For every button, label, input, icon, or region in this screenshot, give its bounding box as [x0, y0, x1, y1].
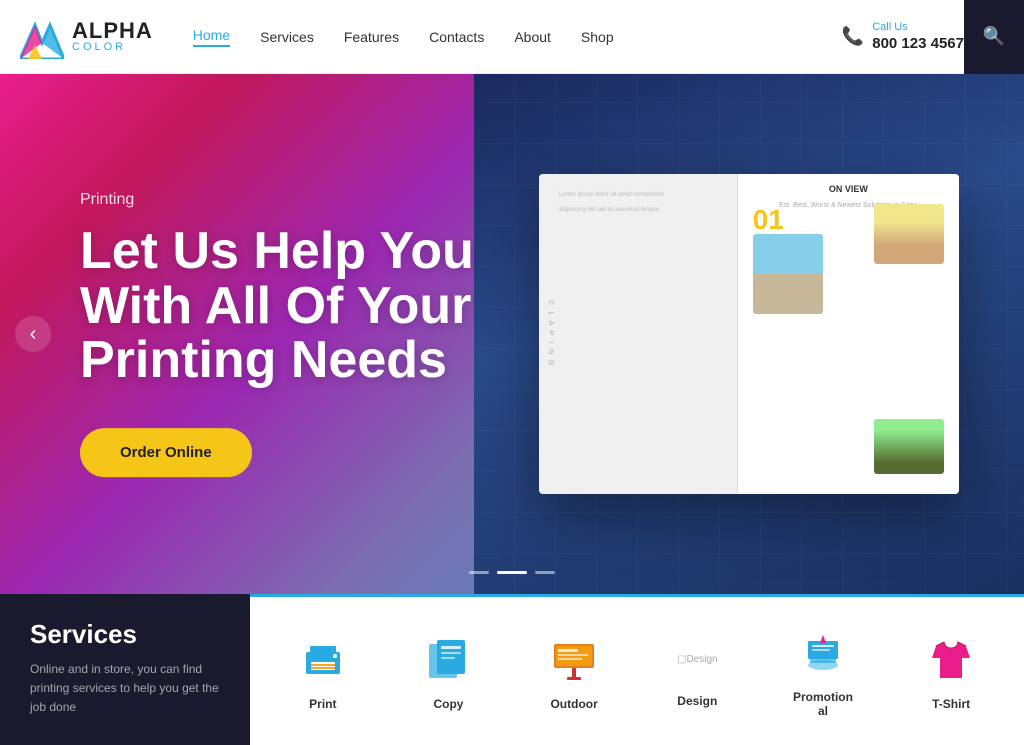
phone-icon: 📞 — [842, 26, 864, 47]
search-icon: 🔍 — [983, 26, 1005, 47]
nav-contacts[interactable]: Contacts — [429, 29, 484, 45]
outdoor-icon — [547, 632, 602, 687]
order-online-button[interactable]: Order Online — [80, 428, 252, 477]
service-item-design[interactable]: ▢Design Design — [672, 634, 722, 708]
hero-content: Printing Let Us Help You With All Of You… — [80, 191, 540, 477]
logo-icon — [20, 15, 64, 59]
service-item-outdoor[interactable]: Outdoor — [547, 632, 602, 711]
services-list: Print Copy — [250, 594, 1024, 745]
services-section: Services Online and in store, you can fi… — [0, 594, 1024, 745]
copy-label: Copy — [433, 697, 463, 711]
tshirt-icon — [924, 632, 979, 687]
design-label: Design — [677, 694, 717, 708]
promotion-icon — [795, 625, 850, 680]
service-item-tshirt[interactable]: T-Shirt — [924, 632, 979, 711]
logo-color-text: COLOR — [72, 42, 153, 53]
hero-subtitle: Printing — [80, 191, 540, 209]
slider-dot-1[interactable] — [469, 571, 489, 574]
services-left: Services Online and in store, you can fi… — [0, 594, 250, 745]
call-label: Call Us — [872, 20, 964, 34]
service-item-promotion[interactable]: Promotional — [793, 625, 853, 718]
hero-title: Let Us Help You With All Of Your Printin… — [80, 224, 540, 388]
service-item-copy[interactable]: Copy — [421, 632, 476, 711]
book-visual: C L A P I N G Lorem ipsum dolor sit amet… — [539, 174, 959, 494]
tshirt-label: T-Shirt — [932, 697, 970, 711]
slider-prev-button[interactable]: ‹ — [15, 316, 51, 352]
header: ALPHA COLOR Home Services Features Conta… — [0, 0, 1024, 74]
logo[interactable]: ALPHA COLOR — [20, 15, 153, 59]
call-us: 📞 Call Us 800 123 4567 — [842, 20, 964, 54]
nav-shop[interactable]: Shop — [581, 29, 614, 45]
logo-alpha-text: ALPHA — [72, 20, 153, 42]
nav-about[interactable]: About — [514, 29, 551, 45]
services-title: Services — [30, 619, 220, 650]
outdoor-label: Outdoor — [550, 697, 597, 711]
slider-dots — [469, 571, 555, 574]
slider-dot-2[interactable] — [497, 571, 527, 574]
hero-section: C L A P I N G Lorem ipsum dolor sit amet… — [0, 74, 1024, 594]
main-nav: Home Services Features Contacts About Sh… — [193, 27, 842, 47]
print-icon — [295, 632, 350, 687]
nav-services[interactable]: Services — [260, 29, 314, 45]
service-item-print[interactable]: Print — [295, 632, 350, 711]
copy-icon — [421, 632, 476, 687]
design-icon: ▢Design — [672, 634, 722, 684]
header-right: 📞 Call Us 800 123 4567 — [842, 20, 964, 54]
nav-home[interactable]: Home — [193, 27, 230, 47]
slider-dot-3[interactable] — [535, 571, 555, 574]
services-description: Online and in store, you can find printi… — [30, 660, 220, 718]
promotion-label: Promotional — [793, 690, 853, 718]
search-button[interactable]: 🔍 — [964, 0, 1024, 74]
hero-image: C L A P I N G Lorem ipsum dolor sit amet… — [474, 74, 1024, 594]
nav-features[interactable]: Features — [344, 29, 399, 45]
print-label: Print — [309, 697, 336, 711]
phone-number: 800 123 4567 — [872, 34, 964, 54]
